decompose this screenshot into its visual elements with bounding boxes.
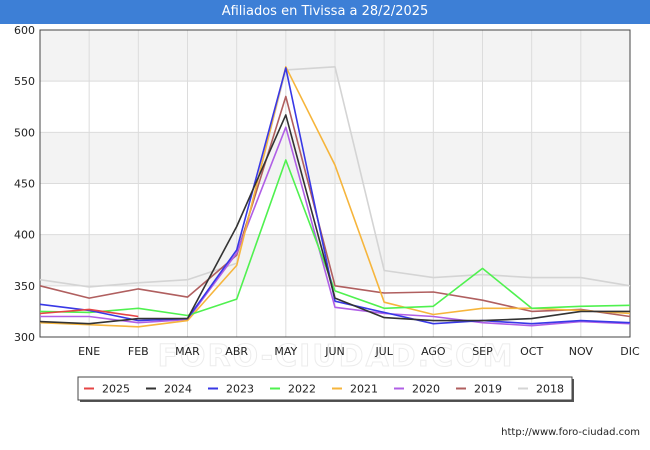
legend-label-2025: 2025 xyxy=(102,383,130,396)
x-tick-label: SEP xyxy=(472,345,493,358)
legend-label-2021: 2021 xyxy=(350,383,378,396)
y-tick-label: 550 xyxy=(14,75,35,88)
x-tick-label: MAY xyxy=(274,345,297,358)
footer-url: http://www.foro-ciudad.com xyxy=(501,427,640,438)
y-tick-label: 450 xyxy=(14,178,35,191)
y-tick-label: 600 xyxy=(14,24,35,37)
y-tick-label: 500 xyxy=(14,126,35,139)
y-tick-label: 400 xyxy=(14,229,35,242)
legend-label-2018: 2018 xyxy=(536,383,564,396)
x-tick-label: NOV xyxy=(569,345,594,358)
x-tick-label: JUN xyxy=(324,345,345,358)
x-tick-label: ENE xyxy=(78,345,100,358)
x-tick-label: FEB xyxy=(128,345,149,358)
line-chart: FORO-CIUDAD.COM 300350400450500550600 EN… xyxy=(14,24,640,402)
y-axis: 300 350 400 450 500 550 600 xyxy=(14,24,35,344)
legend-label-2019: 2019 xyxy=(474,383,502,396)
x-tick-label: MAR xyxy=(175,345,200,358)
chart-title: Afiliados en Tivissa a 28/2/2025 xyxy=(0,0,650,24)
x-tick-label: AGO xyxy=(421,345,446,358)
legend-label-2022: 2022 xyxy=(288,383,316,396)
legend-label-2024: 2024 xyxy=(164,383,192,396)
legend-label-2020: 2020 xyxy=(412,383,440,396)
legend: 2025 2024 2023 2022 2021 2020 2019 2018 xyxy=(77,376,574,402)
x-tick-label: OCT xyxy=(520,345,543,358)
x-tick-label: DIC xyxy=(620,345,640,358)
y-tick-label: 350 xyxy=(14,280,35,293)
x-tick-label: JUL xyxy=(374,345,393,358)
y-tick-label: 300 xyxy=(14,331,35,344)
legend-label-2023: 2023 xyxy=(226,383,254,396)
x-tick-label: ABR xyxy=(225,345,248,358)
